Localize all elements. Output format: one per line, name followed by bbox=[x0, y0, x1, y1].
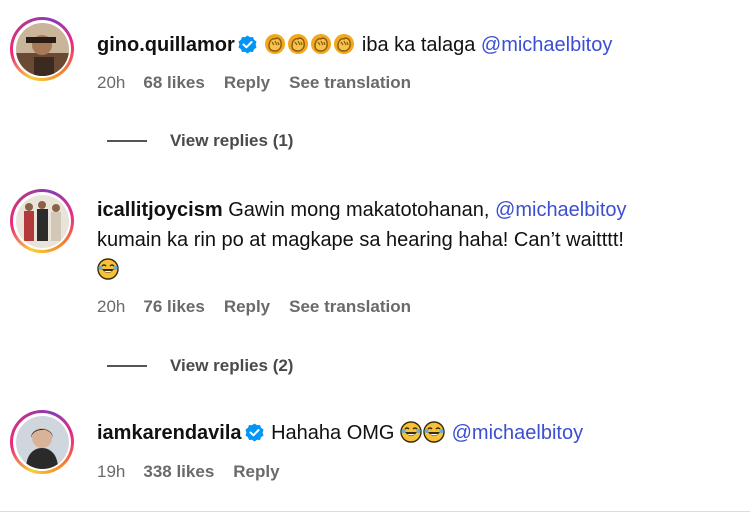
comment-time: 20h bbox=[97, 73, 126, 92]
see-translation-button[interactable]: See translation bbox=[289, 297, 411, 317]
clap-emoji-icon bbox=[333, 33, 356, 55]
comment-text-continued: kumain ka rin po at magkape sa hearing h… bbox=[97, 229, 624, 251]
reply-button[interactable]: Reply bbox=[233, 462, 279, 482]
comment-text: Hahaha OMG bbox=[271, 422, 395, 444]
mention-link[interactable]: @michaelbitoy bbox=[495, 199, 626, 221]
comment-username[interactable]: iamkarendavila bbox=[97, 422, 242, 444]
replies-divider bbox=[107, 365, 147, 367]
laughing-emoji-icon bbox=[423, 421, 445, 443]
laughing-emoji-icon bbox=[97, 258, 119, 280]
reply-button[interactable]: Reply bbox=[224, 297, 270, 317]
verified-badge-icon bbox=[237, 35, 257, 54]
mention-link[interactable]: @michaelbitoy bbox=[481, 34, 612, 56]
replies-divider bbox=[107, 140, 147, 142]
clap-emoji-icon bbox=[264, 33, 287, 55]
avatar-ring[interactable] bbox=[10, 189, 74, 253]
likes-count[interactable]: 68 likes bbox=[143, 73, 204, 93]
avatar bbox=[15, 415, 69, 469]
likes-count[interactable]: 338 likes bbox=[143, 462, 214, 482]
mention-link[interactable]: @michaelbitoy bbox=[452, 422, 583, 444]
view-replies-button[interactable]: View replies (1) bbox=[107, 131, 293, 151]
bottom-divider bbox=[0, 511, 750, 512]
avatar bbox=[15, 22, 69, 76]
clap-emoji-icon bbox=[287, 33, 310, 55]
comment-username[interactable]: icallitjoycism bbox=[97, 199, 223, 221]
see-translation-button[interactable]: See translation bbox=[289, 73, 411, 93]
avatar-ring[interactable] bbox=[10, 17, 74, 81]
comment-time: 19h bbox=[97, 462, 126, 481]
comment-time: 20h bbox=[97, 297, 126, 316]
laughing-emoji-icon bbox=[400, 421, 422, 443]
comment-text: iba ka talaga bbox=[361, 34, 476, 56]
clap-emoji-icon bbox=[310, 33, 333, 55]
likes-count[interactable]: 76 likes bbox=[143, 297, 204, 317]
comment-username[interactable]: gino.quillamor bbox=[97, 34, 235, 56]
comment-text: Gawin mong makatotohanan, bbox=[228, 199, 490, 221]
avatar bbox=[15, 194, 69, 248]
view-replies-label: View replies (1) bbox=[170, 131, 294, 150]
view-replies-button[interactable]: View replies (2) bbox=[107, 356, 293, 376]
avatar-ring[interactable] bbox=[10, 410, 74, 474]
view-replies-label: View replies (2) bbox=[170, 356, 294, 375]
verified-badge-icon bbox=[244, 423, 264, 442]
reply-button[interactable]: Reply bbox=[224, 73, 270, 93]
